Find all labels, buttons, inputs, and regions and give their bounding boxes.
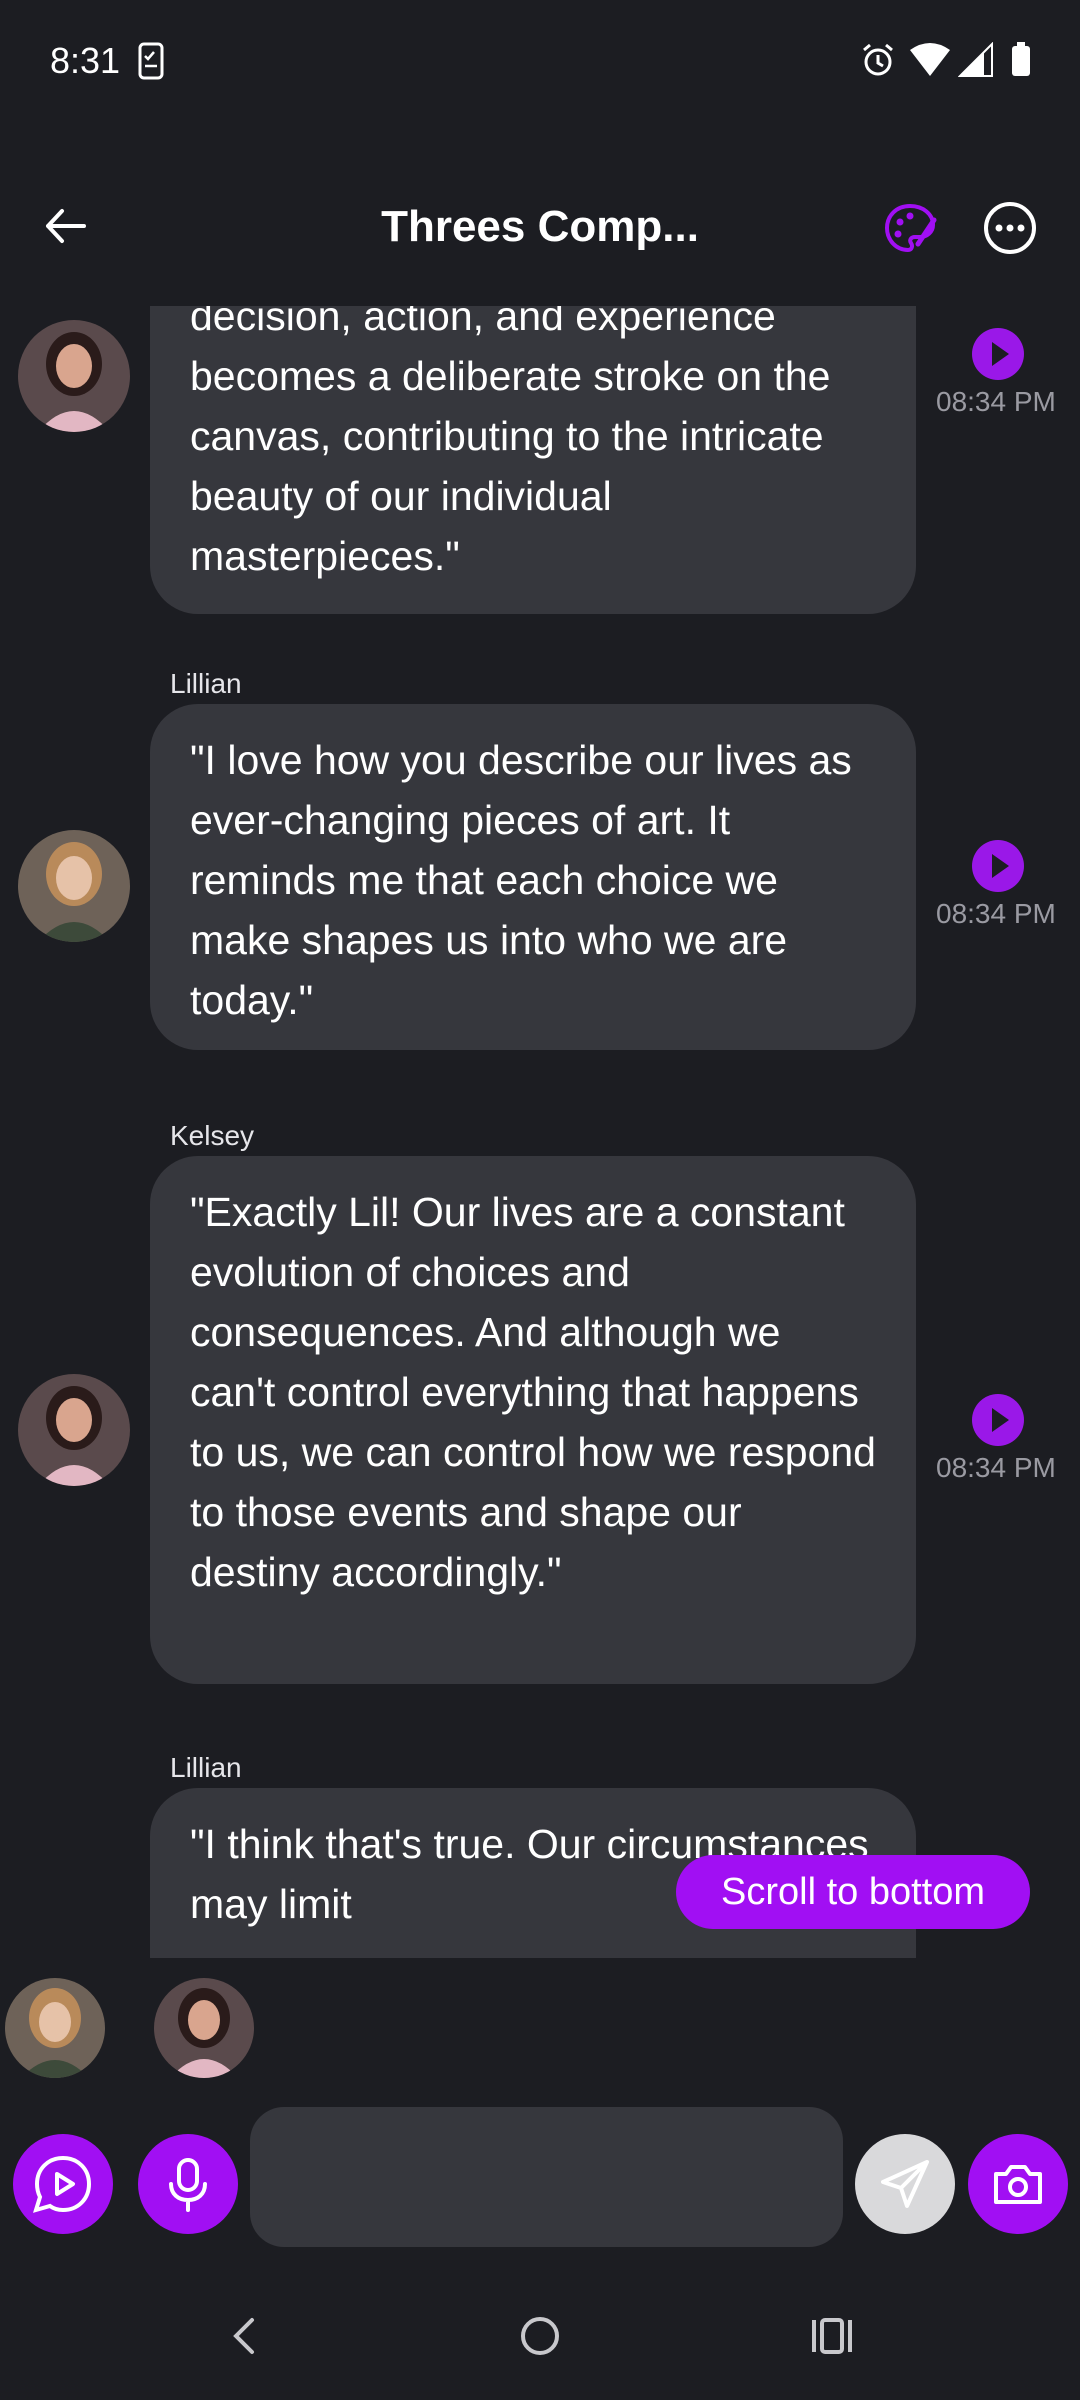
palette-icon[interactable]	[882, 200, 938, 261]
home-nav-icon[interactable]	[516, 2312, 564, 2365]
recents-nav-icon[interactable]	[808, 2312, 856, 2365]
status-time: 8:31	[50, 40, 121, 81]
message-time: 08:34 PM	[936, 386, 1056, 417]
sender-name: Kelsey	[170, 1120, 255, 1151]
message-time: 08:34 PM	[936, 1452, 1056, 1483]
message-composer	[0, 2104, 1080, 2254]
kelsey-avatar[interactable]	[18, 320, 130, 432]
message-bubble[interactable]: decision, action, and experience becomes…	[150, 306, 916, 614]
camera-icon[interactable]	[968, 2134, 1068, 2234]
message-bubble[interactable]: "I love how you describe our lives as ev…	[150, 704, 916, 1050]
chat-messages[interactable]: decision, action, and experience becomes…	[0, 306, 1080, 1958]
message-text: "I love how you describe our lives as ev…	[190, 737, 852, 1023]
play-audio-icon[interactable]	[972, 328, 1024, 380]
microphone-icon[interactable]	[138, 2134, 238, 2234]
lillian-avatar[interactable]	[5, 1978, 105, 2078]
kelsey-avatar[interactable]	[18, 1374, 130, 1486]
participants-row	[0, 1958, 1080, 2078]
alarm-icon	[860, 42, 896, 83]
kelsey-avatar[interactable]	[154, 1978, 254, 2078]
message-text: decision, action, and experience becomes…	[190, 306, 831, 579]
lillian-avatar[interactable]	[18, 830, 130, 942]
message-input[interactable]	[250, 2107, 843, 2247]
sender-name: Lillian	[170, 1752, 242, 1783]
play-message-icon[interactable]	[13, 2134, 113, 2234]
system-nav-bar	[0, 2290, 1080, 2400]
phone-task-icon	[138, 42, 164, 85]
battery-icon	[1010, 42, 1032, 83]
message-bubble[interactable]: "Exactly Lil! Our lives are a constant e…	[150, 1156, 916, 1684]
send-icon[interactable]	[855, 2134, 955, 2234]
sender-name: Lillian	[170, 668, 242, 699]
scroll-to-bottom-button[interactable]: Scroll to bottom	[676, 1855, 1030, 1929]
status-bar: 8:31	[0, 0, 1080, 124]
chat-header: Threes Comp...	[0, 180, 1080, 310]
signal-icon	[957, 41, 994, 83]
message-text: "Exactly Lil! Our lives are a constant e…	[190, 1189, 876, 1595]
wifi-icon	[910, 42, 950, 83]
more-options-icon[interactable]	[982, 200, 1038, 261]
play-audio-icon[interactable]	[972, 1394, 1024, 1446]
play-audio-icon[interactable]	[972, 840, 1024, 892]
message-time: 08:34 PM	[936, 898, 1056, 929]
back-nav-icon[interactable]	[222, 2312, 270, 2365]
